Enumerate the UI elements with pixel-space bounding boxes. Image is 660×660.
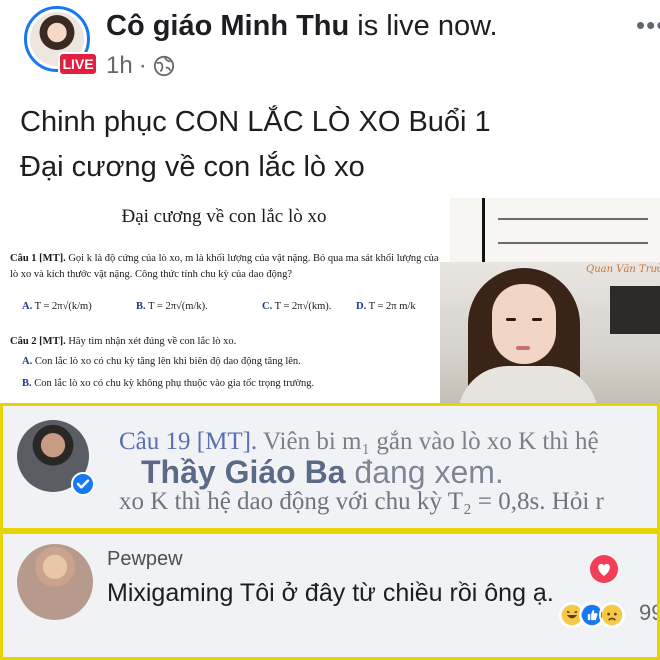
whiteboard-line [498,218,648,220]
commenter-name[interactable]: Pewpew [107,548,183,571]
question-2-label: Câu 2 [MT]. [10,336,66,347]
viewer-notice: Câu 19 [MT]. Viên bi m₁ gắn vào lò xo K … [0,403,660,531]
question-2: Câu 2 [MT]. Hãy tìm nhận xét đúng về con… [10,334,236,349]
q1-option-b: B. T = 2π√(m/k). [136,301,208,312]
reaction-count[interactable]: 99 [639,600,657,626]
webcam-board [610,286,660,334]
option-formula: T = 2π m/k [368,301,416,312]
whiteboard-divider [482,198,485,262]
viewer-watching-text: Thầy Giáo Ba đang xem. [141,454,504,491]
more-options-icon[interactable]: ••• [636,10,660,41]
author-name-link[interactable]: Cô giáo Minh Thu [106,10,349,42]
teacher-eye [532,318,542,321]
webcam-watermark: Quan Văn Trường [586,264,660,275]
background-question-line-2: xo K thì hệ dao động với chu kỳ T₂ = 0,8… [119,488,604,515]
option-text: Con lắc lò xo có chu kỳ tăng lên khi biê… [34,356,301,367]
option-letter: D. [356,301,367,312]
document-title: Đại cương về con lắc lò xo [121,206,327,227]
whiteboard-line [498,242,648,244]
love-reaction-icon[interactable] [589,554,619,584]
question-1-text-cont: lò xo và kích thước vật nặng. Công thức … [10,269,292,280]
live-badge: LIVE [58,52,98,76]
q2-option-b: B. Con lắc lò xo có chu kỳ không phụ thu… [22,378,314,389]
teacher-face [492,284,556,364]
post-header: LIVE Cô giáo Minh Thu is live now. 1h · … [0,0,660,90]
option-letter: C. [262,301,273,312]
sad-icon [599,602,625,628]
q2-option-a: A. Con lắc lò xo có chu kỳ tăng lên khi … [22,356,301,367]
question-1: Câu 1 [MT]. Gọi k là độ cứng của lò xo, … [10,251,439,266]
lesson-document: Đại cương về con lắc lò xo Câu 1 [MT]. G… [0,198,448,408]
author-avatar[interactable]: LIVE [24,6,98,76]
post-message: Chinh phục CON LẮC LÒ XO Buổi 1 Đại cươn… [20,100,650,190]
comment-item: Pewpew Mixigaming Tôi ở đây từ chiều rồi… [0,531,660,660]
comment-text: Mixigaming Tôi ở đây từ chiều rồi ông ạ. [107,579,554,607]
teacher-lips [516,346,530,350]
option-letter: B. [22,378,32,389]
teacher-eye [506,318,516,321]
option-formula: T = 2π√(km). [274,301,332,312]
question-1-text: Gọi k là độ cứng của lò xo, m là khối lư… [68,253,439,264]
verified-check-icon [71,472,95,496]
meta-separator: · [138,52,147,79]
option-formula: T = 2π√(m/k). [148,301,208,312]
reaction-summary[interactable] [559,600,625,630]
option-letter: B. [136,301,146,312]
option-formula: T = 2π√(k/m) [34,301,92,312]
post-time-link[interactable]: 1h [106,52,133,80]
option-letter: A. [22,301,33,312]
q1-option-a: A. T = 2π√(k/m) [22,301,92,312]
q1-option-d: D. T = 2π m/k [356,301,416,312]
viewer-name[interactable]: Thầy Giáo Ba [141,454,346,490]
question-1-label: Câu 1 [MT]. [10,253,66,264]
background-question-text: Viên bi m₁ gắn vào lò xo K thì hệ [262,428,599,455]
live-status-text: is live now. [357,10,498,42]
commenter-avatar[interactable] [17,544,93,620]
background-question-label: Câu 19 [MT]. [119,428,258,455]
option-text: Con lắc lò xo có chu kỳ không phụ thuộc … [34,378,315,389]
viewer-action: đang xem. [354,454,504,490]
q1-option-c: C. T = 2π√(km). [262,301,331,312]
background-question-line: Câu 19 [MT]. Viên bi m₁ gắn vào lò xo K … [119,428,599,456]
post-message-line-1: Chinh phục CON LẮC LÒ XO Buổi 1 [20,106,491,138]
option-letter: A. [22,356,33,367]
globe-icon[interactable] [153,55,175,77]
post-meta: 1h · [106,52,175,80]
post-title-line: Cô giáo Minh Thu is live now. [106,10,498,43]
teacher-webcam: Quan Văn Trường [440,262,660,404]
question-2-text: Hãy tìm nhận xét đúng về con lắc lò xo. [68,336,237,347]
post-message-line-2: Đại cương về con lắc lò xo [20,151,365,183]
